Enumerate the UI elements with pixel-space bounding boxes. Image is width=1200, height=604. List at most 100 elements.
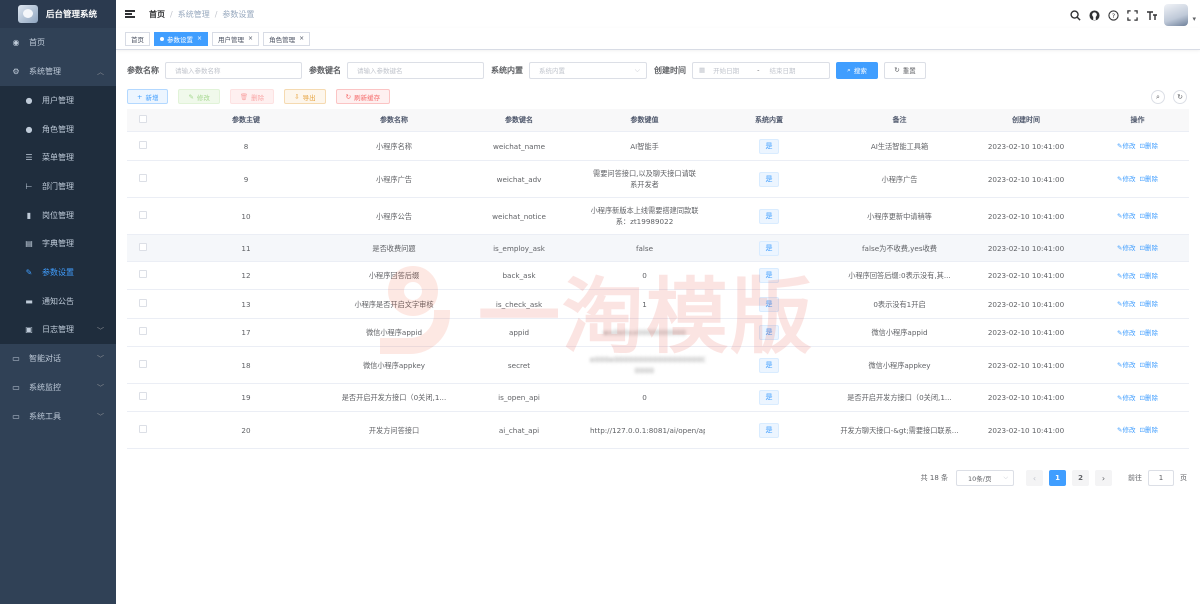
fullscreen-icon[interactable] <box>1126 9 1139 22</box>
refresh-cache-button[interactable]: ↻ 刷新缓存 <box>335 89 391 104</box>
config-type-select[interactable]: 系统内置 ⌵ <box>529 61 647 79</box>
start-date-input[interactable]: 开始日期 <box>713 65 755 75</box>
tag-roles[interactable]: 角色管理 × <box>263 31 311 46</box>
row-checkbox[interactable] <box>127 327 158 338</box>
close-icon[interactable]: × <box>197 35 202 42</box>
close-icon[interactable]: × <box>299 35 304 42</box>
sidebar-item-chat[interactable]: ▭ 智能对话 ﹀ <box>0 344 116 373</box>
column-header: 备注 <box>892 116 907 124</box>
row-delete-button[interactable]: ⊡删除 <box>1140 244 1158 252</box>
search-icon[interactable] <box>1069 9 1082 22</box>
page-number[interactable]: 1 <box>1049 470 1066 486</box>
table-row[interactable]: 11 是否收费问题 is_employ_ask false 是 false为不收费,yes… <box>127 235 1189 262</box>
sidebar-item-tools[interactable]: ▭ 系统工具 ﹀ <box>0 402 116 431</box>
sidebar-item-posts[interactable]: ▮ 岗位管理 <box>0 201 116 230</box>
row-delete-button[interactable]: ⊡删除 <box>1140 300 1158 308</box>
goto-page-input[interactable]: 1 <box>1148 470 1174 486</box>
row-delete-button[interactable]: ⊡删除 <box>1140 142 1158 150</box>
row-delete-button[interactable]: ⊡删除 <box>1140 272 1158 280</box>
sidebar-item-label: 菜单管理 <box>42 153 74 163</box>
add-button[interactable]: + 新增 <box>127 89 169 104</box>
reset-button[interactable]: ↻ 重置 <box>884 61 926 79</box>
row-delete-button[interactable]: ⊡删除 <box>1140 361 1158 369</box>
table-row[interactable]: 17 微信小程序appid appid wx0e0xx0000000000 是 微信小程序… <box>127 319 1189 347</box>
table-row[interactable]: 18 微信小程序appkey secret e000e0000000000000000… <box>127 347 1189 384</box>
help-icon[interactable]: ? <box>1107 9 1120 22</box>
sidebar-item-monitor[interactable]: ▭ 系统监控 ﹀ <box>0 373 116 402</box>
end-date-input[interactable]: 结束日期 <box>770 65 796 75</box>
row-edit-button[interactable]: ✎修改 <box>1117 175 1135 183</box>
builtin-cell: 是 <box>705 357 833 373</box>
row-delete-button[interactable]: ⊡删除 <box>1140 175 1158 183</box>
sidebar-item-logs[interactable]: ▣ 日志管理 ﹀ <box>0 316 116 345</box>
table-row[interactable]: 10 小程序公告 weichat_notice 小程序新版本上线需要搭建同款联系：zt… <box>127 198 1189 235</box>
breadcrumb-item[interactable]: 首页 <box>149 9 165 20</box>
close-icon[interactable]: × <box>248 35 253 42</box>
row-checkbox[interactable] <box>127 392 158 403</box>
search-button[interactable]: ⌕ 搜索 <box>836 61 878 79</box>
refresh-icon[interactable]: ↻ <box>1173 90 1187 104</box>
date-range-picker[interactable]: ▦ 开始日期 - 结束日期 <box>692 61 830 79</box>
row-edit-button[interactable]: ✎修改 <box>1117 142 1135 150</box>
row-checkbox[interactable] <box>127 140 158 152</box>
row-checkbox[interactable] <box>127 210 158 222</box>
sidebar-item-config[interactable]: ✎ 参数设置 <box>0 258 116 287</box>
row-delete-button[interactable]: ⊡删除 <box>1140 426 1158 434</box>
table-row[interactable]: 12 小程序回答后缀 back_ask 0 是 小程序回答后缀:0表示没有,其... 202… <box>127 262 1189 290</box>
table-row[interactable]: 20 开发方问答接口 ai_chat_api http://127.0.0.1:808… <box>127 412 1189 449</box>
sidebar-item-depts[interactable]: ⊢ 部门管理 <box>0 172 116 201</box>
toggle-search-icon[interactable]: ⌕ <box>1151 90 1165 104</box>
row-checkbox[interactable] <box>127 359 158 371</box>
row-checkbox[interactable] <box>127 173 158 185</box>
row-edit-button[interactable]: ✎修改 <box>1117 244 1135 252</box>
row-delete-button[interactable]: ⊡删除 <box>1140 212 1158 220</box>
row-edit-button[interactable]: ✎修改 <box>1117 272 1135 280</box>
operations-cell: ✎修改 ⊡删除 <box>1086 270 1189 282</box>
row-checkbox[interactable] <box>127 270 158 281</box>
remark-cell: AI生活智能工具箱 <box>870 141 929 151</box>
row-edit-button[interactable]: ✎修改 <box>1117 426 1135 434</box>
export-button[interactable]: ⇩ 导出 <box>284 89 326 104</box>
row-edit-button[interactable]: ✎修改 <box>1117 212 1135 220</box>
tag-users[interactable]: 用户管理 × <box>212 31 260 46</box>
edit-button[interactable]: ✎ 修改 <box>178 89 220 104</box>
row-delete-button[interactable]: ⊡删除 <box>1140 329 1158 337</box>
sidebar-item-system[interactable]: ⚙ 系统管理 ︿ <box>0 57 116 86</box>
sidebar-item-menus[interactable]: ☰ 菜单管理 <box>0 143 116 172</box>
next-page-button[interactable]: › <box>1095 470 1112 486</box>
page-size-select[interactable]: 10条/页 ⌵ <box>956 470 1014 486</box>
avatar[interactable] <box>1164 4 1196 26</box>
sidebar-item-users[interactable]: ● 用户管理 <box>0 86 116 115</box>
table-row[interactable]: 19 是否开启开发方接口（0关闭,1... is_open_api 0 是 是否开启开发方… <box>127 384 1189 412</box>
hamburger-icon[interactable] <box>125 10 135 18</box>
delete-button[interactable]: 🗑︎ 删除 <box>229 89 275 104</box>
table-row[interactable]: 13 小程序是否开启文字审核 is_check_ask 1 是 0表示没有1开启 2023-… <box>127 290 1189 319</box>
row-delete-button[interactable]: ⊡删除 <box>1140 394 1158 402</box>
row-edit-button[interactable]: ✎修改 <box>1117 394 1135 402</box>
sidebar-item-roles[interactable]: ● 角色管理 <box>0 115 116 144</box>
table-row[interactable]: 8 小程序名称 weichat_name AI智能手 是 AI生活智能工具箱 2023-02… <box>127 132 1189 161</box>
font-size-icon[interactable] <box>1145 9 1158 22</box>
row-edit-button[interactable]: ✎修改 <box>1117 329 1135 337</box>
row-checkbox[interactable] <box>127 242 158 254</box>
app-logo[interactable]: 后台管理系统 <box>0 0 116 28</box>
table-row[interactable]: 9 小程序广告 weichat_adv 需要问答接口,以及聊天接口请联系开发者 是 小程序… <box>127 161 1189 198</box>
config-name-input[interactable]: 请输入参数名称 <box>165 61 302 79</box>
config-key-input[interactable]: 请输入参数键名 <box>347 61 484 79</box>
tag-config[interactable]: 参数设置 × <box>154 31 209 46</box>
config-type-label: 系统内置 <box>491 65 523 75</box>
sidebar-item-home[interactable]: ◉ 首页 <box>0 28 116 57</box>
row-edit-button[interactable]: ✎修改 <box>1117 300 1135 308</box>
sidebar-item-notice[interactable]: ▬ 通知公告 <box>0 287 116 316</box>
page-number[interactable]: 2 <box>1072 470 1089 486</box>
select-all-checkbox[interactable] <box>127 115 158 125</box>
status-badge: 是 <box>759 268 779 283</box>
sidebar-item-dicts[interactable]: ▤ 字典管理 <box>0 229 116 258</box>
row-checkbox[interactable] <box>127 424 158 436</box>
github-icon[interactable] <box>1088 9 1101 22</box>
prev-page-button[interactable]: ‹ <box>1026 470 1043 486</box>
row-edit-button[interactable]: ✎修改 <box>1117 361 1135 369</box>
tag-home[interactable]: 首页 <box>125 31 150 46</box>
status-badge: 是 <box>759 422 779 438</box>
row-checkbox[interactable] <box>127 298 158 310</box>
